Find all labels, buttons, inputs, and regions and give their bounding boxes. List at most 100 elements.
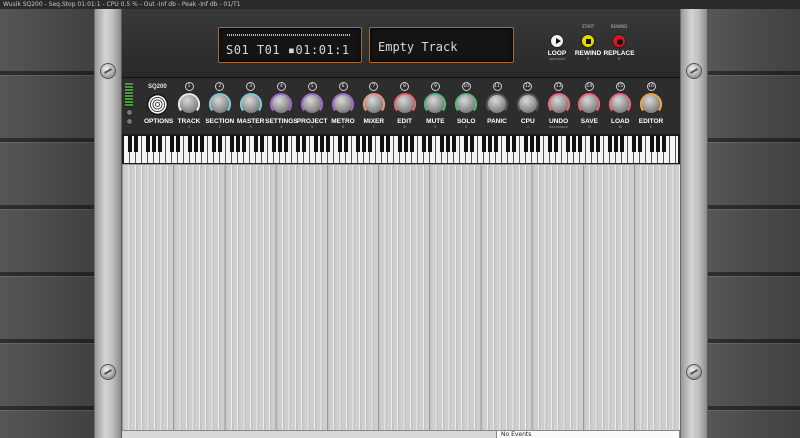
stop-icon[interactable]	[581, 34, 595, 48]
black-key[interactable]	[278, 136, 282, 152]
black-key[interactable]	[362, 136, 366, 152]
knob-master[interactable]: 3 MASTER 3	[234, 82, 268, 130]
piano-roll-grid[interactable]	[122, 165, 680, 430]
black-key[interactable]	[464, 136, 468, 152]
options-knob[interactable]	[147, 94, 168, 115]
black-key[interactable]	[236, 136, 240, 152]
knob-metro[interactable]: 6 METRO 6	[326, 82, 360, 130]
knob-panic[interactable]: 11 PANIC -	[480, 82, 514, 130]
black-key[interactable]	[296, 136, 300, 152]
knob-cap[interactable]	[241, 95, 260, 113]
knob-section[interactable]: 2 SECTION 2	[203, 82, 237, 130]
knob-mixer[interactable]: 7 MIXER 7	[357, 82, 391, 130]
knob-cap[interactable]	[642, 95, 660, 113]
knob-control[interactable]	[423, 92, 447, 116]
black-key[interactable]	[440, 136, 444, 152]
black-key[interactable]	[578, 136, 582, 152]
loop-button[interactable]: LOOP spacebar	[540, 24, 574, 61]
knob-control[interactable]	[608, 92, 632, 116]
knob-cap[interactable]	[210, 95, 229, 113]
black-key[interactable]	[386, 136, 390, 152]
black-key[interactable]	[404, 136, 408, 152]
black-key[interactable]	[314, 136, 318, 152]
knob-editor[interactable]: 16 EDITOR E	[634, 82, 668, 130]
knob-cap[interactable]	[180, 95, 198, 113]
knob-control[interactable]	[300, 92, 324, 116]
knob-control[interactable]	[208, 92, 232, 116]
knob-control[interactable]	[362, 92, 386, 116]
black-key[interactable]	[422, 136, 426, 152]
black-key[interactable]	[254, 136, 258, 152]
black-key[interactable]	[242, 136, 246, 152]
black-key[interactable]	[614, 136, 618, 152]
knob-load[interactable]: 15 LOAD W	[603, 82, 637, 130]
black-key[interactable]	[170, 136, 174, 152]
knob-cap[interactable]	[549, 95, 568, 113]
knob-cpu[interactable]: 12 CPU =	[511, 82, 545, 130]
track-name-display[interactable]: Empty Track	[369, 27, 514, 63]
knob-control[interactable]	[331, 92, 355, 116]
black-key[interactable]	[176, 136, 180, 152]
black-key[interactable]	[134, 136, 138, 152]
knob-undo[interactable]: 13 UNDO backspace	[542, 82, 576, 130]
black-key[interactable]	[338, 136, 342, 152]
knob-control[interactable]	[639, 92, 663, 116]
replace-button[interactable]: REWIND REPLACE R	[602, 24, 636, 61]
black-key[interactable]	[494, 136, 498, 152]
black-key[interactable]	[158, 136, 162, 152]
piano-keyboard[interactable]	[122, 134, 680, 164]
black-key[interactable]	[410, 136, 414, 152]
knob-control[interactable]	[547, 92, 571, 116]
knob-solo[interactable]: 10 SOLO 0	[449, 82, 483, 130]
black-key[interactable]	[656, 136, 660, 152]
black-key[interactable]	[230, 136, 234, 152]
black-key[interactable]	[452, 136, 456, 152]
black-key[interactable]	[272, 136, 276, 152]
black-key[interactable]	[146, 136, 150, 152]
black-key[interactable]	[650, 136, 654, 152]
knob-control[interactable]	[177, 92, 201, 116]
knob-save[interactable]: 14 SAVE Q	[572, 82, 606, 130]
knob-project[interactable]: 5 PROJECT 5	[295, 82, 329, 130]
meter-button-icon[interactable]	[126, 118, 133, 125]
knob-edit[interactable]: 8 EDIT 8	[388, 82, 422, 130]
black-key[interactable]	[326, 136, 330, 152]
meter-button-icon[interactable]	[126, 109, 133, 116]
knob-settings[interactable]: 4 SETTINGS 4	[264, 82, 298, 130]
knob-cap[interactable]	[518, 95, 537, 113]
record-icon[interactable]	[612, 34, 626, 48]
black-key[interactable]	[482, 136, 486, 152]
black-key[interactable]	[260, 136, 264, 152]
knob-control[interactable]	[239, 92, 263, 116]
piano-roll-editor[interactable]	[122, 164, 680, 430]
black-key[interactable]	[548, 136, 552, 152]
black-key[interactable]	[488, 136, 492, 152]
knob-cap[interactable]	[395, 95, 414, 113]
black-key[interactable]	[572, 136, 576, 152]
black-key[interactable]	[536, 136, 540, 152]
black-key[interactable]	[596, 136, 600, 152]
black-key[interactable]	[194, 136, 198, 152]
knob-control[interactable]	[516, 92, 540, 116]
black-key[interactable]	[506, 136, 510, 152]
black-keys[interactable]	[124, 136, 678, 152]
black-key[interactable]	[428, 136, 432, 152]
black-key[interactable]	[188, 136, 192, 152]
black-key[interactable]	[524, 136, 528, 152]
knob-control[interactable]	[393, 92, 417, 116]
black-key[interactable]	[554, 136, 558, 152]
knob-control[interactable]	[577, 92, 601, 116]
black-key[interactable]	[608, 136, 612, 152]
knob-control[interactable]	[454, 92, 478, 116]
black-key[interactable]	[632, 136, 636, 152]
knob-cap[interactable]	[488, 95, 506, 113]
position-display[interactable]: S01 T01 ▪01:01:1	[218, 27, 362, 63]
knob-mute[interactable]: 9 MUTE 9	[418, 82, 452, 130]
black-key[interactable]	[512, 136, 516, 152]
black-key[interactable]	[620, 136, 624, 152]
black-key[interactable]	[200, 136, 204, 152]
black-key[interactable]	[590, 136, 594, 152]
black-key[interactable]	[356, 136, 360, 152]
black-key[interactable]	[398, 136, 402, 152]
play-icon[interactable]	[550, 34, 564, 48]
